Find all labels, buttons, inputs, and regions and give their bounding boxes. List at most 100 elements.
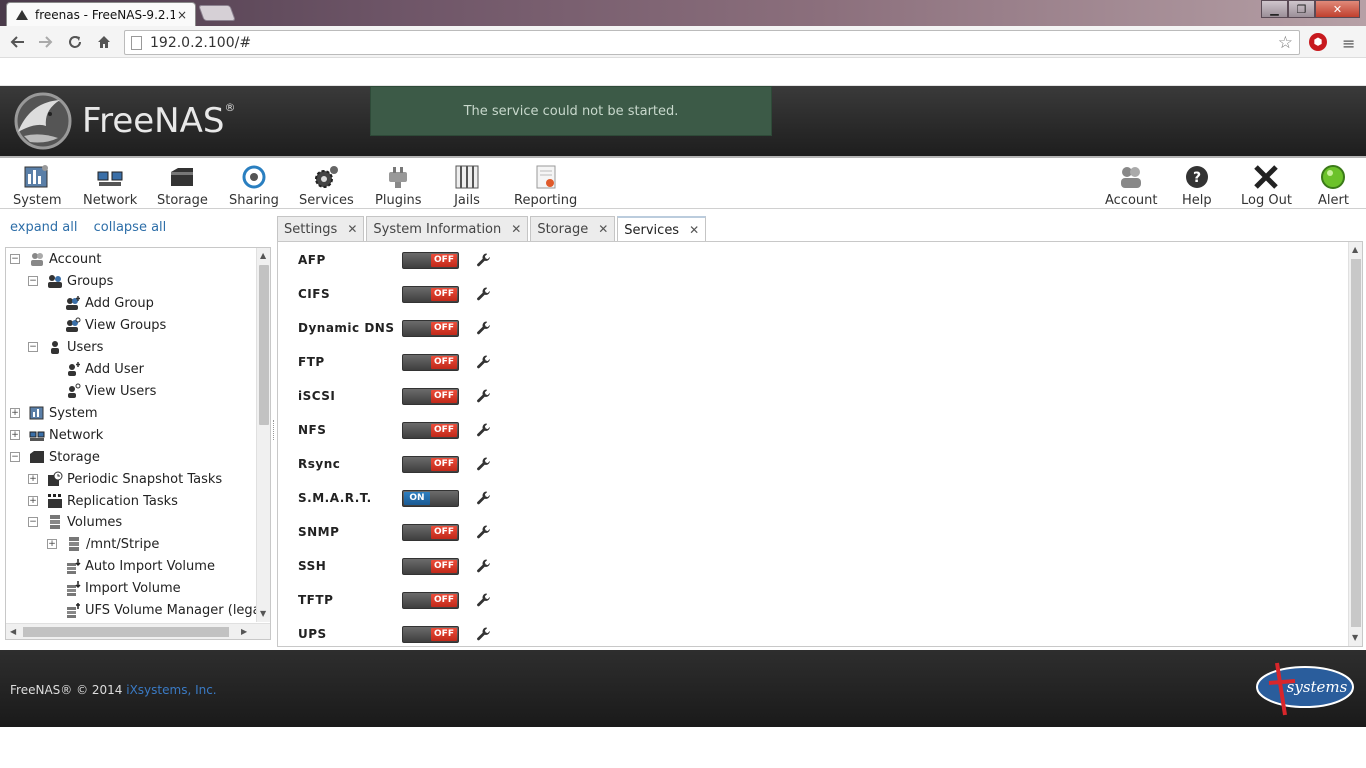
- service-toggle-ups[interactable]: OFF: [402, 625, 459, 643]
- tree-node-add-group[interactable]: Add Group: [65, 292, 154, 314]
- tree-node-volumes[interactable]: − Volumes: [28, 511, 122, 533]
- tree-expand-toggle[interactable]: +: [47, 539, 57, 549]
- tree-collapse-toggle[interactable]: −: [28, 276, 38, 286]
- home-button[interactable]: [93, 31, 115, 53]
- tree-vertical-scrollbar[interactable]: ▲ ▼: [256, 248, 270, 622]
- tree-node-account[interactable]: − Account: [10, 248, 102, 270]
- tab-close-icon[interactable]: ✕: [511, 222, 521, 236]
- scroll-up-arrow-icon[interactable]: ▲: [1352, 245, 1358, 254]
- tab-storage[interactable]: Storage ✕: [530, 216, 616, 241]
- wrench-icon[interactable]: [476, 320, 492, 336]
- wrench-icon[interactable]: [476, 490, 492, 506]
- wrench-icon[interactable]: [476, 422, 492, 438]
- collapse-all-link[interactable]: collapse all: [94, 220, 167, 235]
- menu-account[interactable]: Account: [1105, 164, 1158, 208]
- menu-plugins[interactable]: Plugins: [375, 164, 422, 208]
- service-toggle-iscsi[interactable]: OFF: [402, 387, 459, 405]
- menu-services[interactable]: Services: [299, 164, 354, 208]
- tree-horizontal-scroll-thumb[interactable]: [23, 627, 229, 637]
- tree-vertical-scroll-thumb[interactable]: [259, 265, 269, 425]
- browser-tab-close-button[interactable]: ×: [177, 8, 187, 22]
- adblock-extension-icon[interactable]: ⬢: [1309, 33, 1327, 51]
- back-button[interactable]: [6, 31, 28, 53]
- wrench-icon[interactable]: [476, 558, 492, 574]
- menu-alert[interactable]: Alert: [1318, 164, 1349, 208]
- tab-settings[interactable]: Settings ✕: [277, 216, 365, 241]
- ixsystems-link[interactable]: iXsystems, Inc.: [126, 683, 216, 697]
- new-tab-button[interactable]: [198, 5, 236, 21]
- tree-expand-toggle[interactable]: +: [28, 474, 38, 484]
- browser-menu-icon[interactable]: ≡: [1342, 34, 1355, 53]
- tree-node-ufs-volume-manager[interactable]: UFS Volume Manager (legacy: [65, 599, 270, 621]
- service-toggle-afp[interactable]: OFF: [402, 251, 459, 269]
- bookmark-star-icon[interactable]: ☆: [1278, 33, 1293, 53]
- service-toggle-cifs[interactable]: OFF: [402, 285, 459, 303]
- wrench-icon[interactable]: [476, 456, 492, 472]
- tree-node-storage[interactable]: − Storage: [10, 446, 100, 468]
- service-toggle-snmp[interactable]: OFF: [402, 523, 459, 541]
- tree-horizontal-scrollbar[interactable]: ◀ ▶: [6, 623, 270, 639]
- service-toggle-rsync[interactable]: OFF: [402, 455, 459, 473]
- tree-node-network[interactable]: + Network: [10, 424, 103, 446]
- reload-button[interactable]: [64, 31, 86, 53]
- service-toggle-tftp[interactable]: OFF: [402, 591, 459, 609]
- address-bar[interactable]: 192.0.2.100/# ☆: [124, 30, 1300, 55]
- services-scroll-thumb[interactable]: [1351, 259, 1361, 627]
- wrench-icon[interactable]: [476, 354, 492, 370]
- ixsystems-logo[interactable]: systems: [1255, 655, 1355, 725]
- wrench-icon[interactable]: [476, 626, 492, 642]
- minimize-button[interactable]: ▁: [1261, 0, 1288, 18]
- tree-node-add-user[interactable]: Add User: [65, 358, 144, 380]
- scroll-down-arrow-icon[interactable]: ▼: [260, 609, 266, 618]
- tree-node-import-volume[interactable]: Import Volume: [65, 577, 181, 599]
- tree-node-periodic-snapshot-tasks[interactable]: + Periodic Snapshot Tasks: [28, 468, 222, 490]
- tree-expand-toggle[interactable]: +: [10, 408, 20, 418]
- menu-storage[interactable]: Storage: [157, 164, 208, 208]
- menu-system[interactable]: System: [13, 164, 61, 208]
- scroll-down-arrow-icon[interactable]: ▼: [1352, 633, 1358, 642]
- menu-help[interactable]: ? Help: [1182, 164, 1212, 208]
- tab-close-icon[interactable]: ✕: [598, 222, 608, 236]
- service-toggle-dynamic-dns[interactable]: OFF: [402, 319, 459, 337]
- wrench-icon[interactable]: [476, 592, 492, 608]
- service-toggle-s-m-a-r-t[interactable]: ON: [402, 489, 459, 507]
- scroll-left-arrow-icon[interactable]: ◀: [10, 627, 16, 636]
- panel-splitter[interactable]: [273, 420, 276, 440]
- tab-close-icon[interactable]: ✕: [689, 223, 699, 237]
- wrench-icon[interactable]: [476, 388, 492, 404]
- tree-node-view-users[interactable]: View Users: [65, 380, 156, 402]
- tree-collapse-toggle[interactable]: −: [28, 517, 38, 527]
- tab-system-information[interactable]: System Information ✕: [366, 216, 529, 241]
- services-vertical-scrollbar[interactable]: ▲ ▼: [1348, 242, 1362, 646]
- menu-logout[interactable]: Log Out: [1241, 164, 1292, 208]
- tree-node-view-groups[interactable]: View Groups: [65, 314, 166, 336]
- browser-tab[interactable]: freenas - FreeNAS-9.2.1.2- ×: [6, 2, 196, 26]
- service-toggle-nfs[interactable]: OFF: [402, 421, 459, 439]
- wrench-icon[interactable]: [476, 252, 492, 268]
- forward-button[interactable]: [35, 31, 57, 53]
- tree-node-replication-tasks[interactable]: + Replication Tasks: [28, 490, 178, 512]
- wrench-icon[interactable]: [476, 524, 492, 540]
- menu-network[interactable]: Network: [83, 164, 137, 208]
- tree-expand-toggle[interactable]: +: [10, 430, 20, 440]
- tree-collapse-toggle[interactable]: −: [10, 254, 20, 264]
- scroll-up-arrow-icon[interactable]: ▲: [260, 251, 266, 260]
- scroll-right-arrow-icon[interactable]: ▶: [241, 627, 247, 636]
- maximize-button[interactable]: ❐: [1288, 0, 1315, 18]
- tree-node-system[interactable]: + System: [10, 402, 97, 424]
- expand-all-link[interactable]: expand all: [10, 220, 78, 235]
- tab-services[interactable]: Services ✕: [617, 216, 707, 242]
- tree-expand-toggle[interactable]: +: [28, 496, 38, 506]
- tree-node-users[interactable]: − Users: [28, 336, 103, 358]
- tab-close-icon[interactable]: ✕: [347, 222, 357, 236]
- tree-collapse-toggle[interactable]: −: [10, 452, 20, 462]
- service-toggle-ftp[interactable]: OFF: [402, 353, 459, 371]
- tree-node-mnt-stripe[interactable]: + /mnt/Stripe: [47, 533, 159, 555]
- menu-sharing[interactable]: Sharing: [229, 164, 279, 208]
- freenas-logo[interactable]: FreeNAS®: [10, 92, 235, 150]
- wrench-icon[interactable]: [476, 286, 492, 302]
- tree-node-auto-import-volume[interactable]: Auto Import Volume: [65, 555, 215, 577]
- menu-jails[interactable]: Jails: [453, 164, 481, 208]
- window-close-button[interactable]: ✕: [1315, 0, 1360, 18]
- menu-reporting[interactable]: Reporting: [514, 164, 577, 208]
